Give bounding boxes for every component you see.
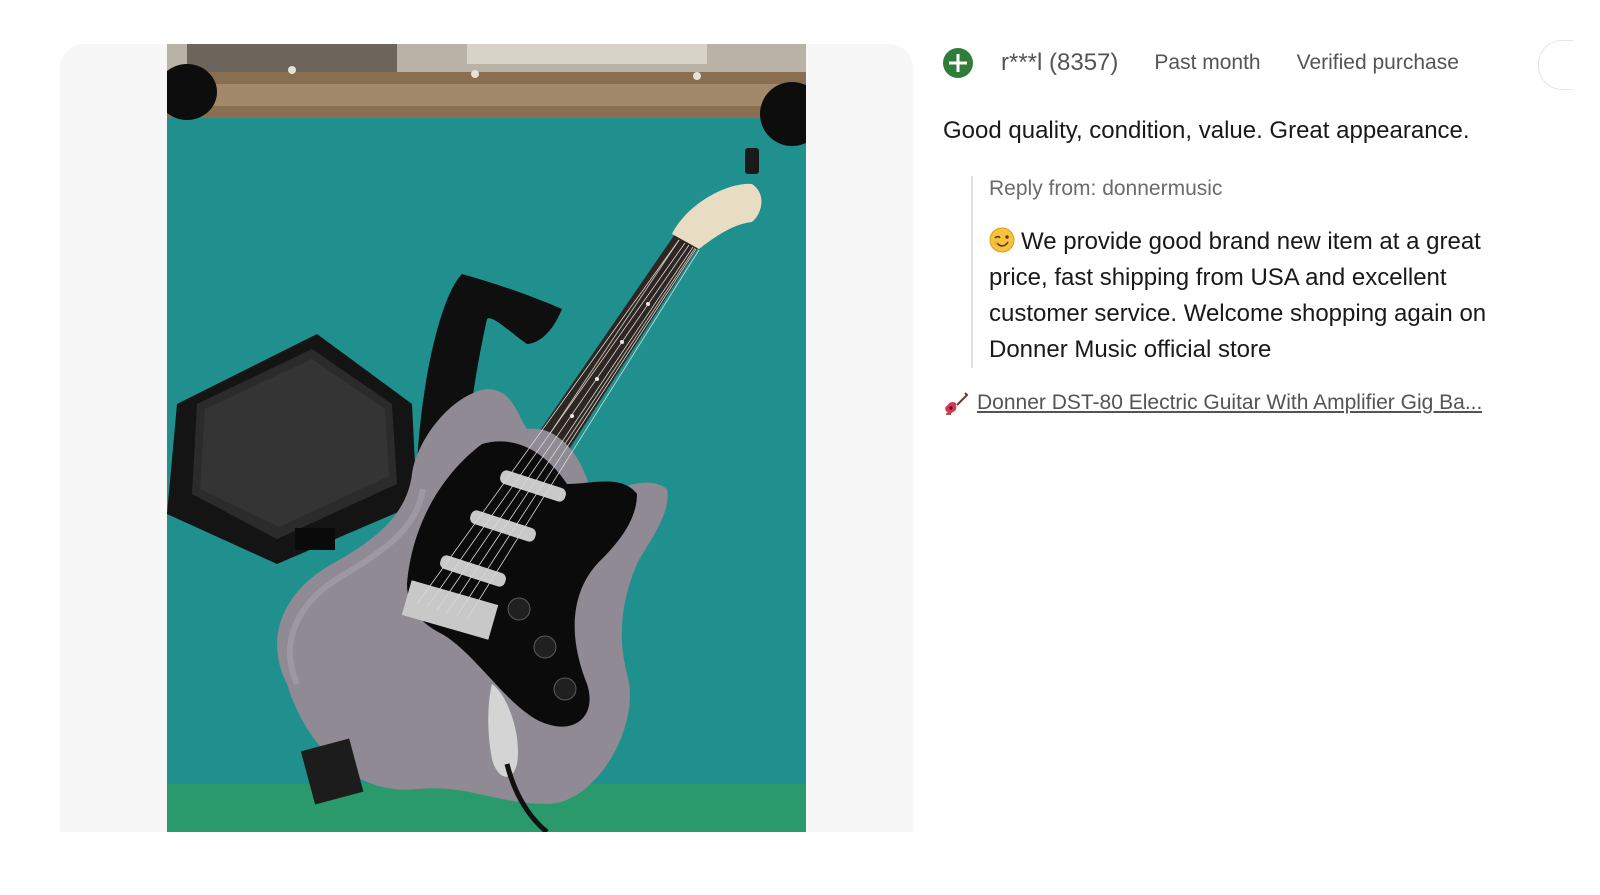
review-text: Good quality, condition, value. Great ap… (943, 117, 1470, 144)
item-title[interactable]: Donner DST-80 Electric Guitar With Ampli… (977, 391, 1482, 415)
reply-text-block: We provide good brand new item at a grea… (989, 224, 1529, 368)
review-photo[interactable] (167, 44, 806, 832)
review-date: Past month (1154, 51, 1261, 74)
review-content: r***l (8357) Past month Verified purchas… (943, 40, 1573, 416)
verified-purchase-badge: Verified purchase (1296, 51, 1459, 74)
purchased-item-link[interactable]: Donner DST-80 Electric Guitar With Ampli… (943, 390, 1508, 416)
review-photo-panel (60, 44, 913, 832)
more-options-button[interactable] (1538, 40, 1573, 90)
reply-text: We provide good brand new item at a grea… (989, 228, 1487, 363)
review-header: r***l (8357) Past month Verified purchas… (943, 40, 1573, 90)
wink-emoji-icon (989, 227, 1015, 253)
review-page: r***l (8357) Past month Verified purchas… (0, 0, 1600, 895)
reply-from-label: Reply from: donnermusic (989, 177, 1223, 200)
seller-reply: Reply from: donnermusic We provide good … (971, 176, 1529, 368)
plus-circle-icon (943, 48, 973, 78)
guitar-icon (945, 392, 969, 415)
reviewer-name: r***l (8357) (1001, 49, 1119, 76)
